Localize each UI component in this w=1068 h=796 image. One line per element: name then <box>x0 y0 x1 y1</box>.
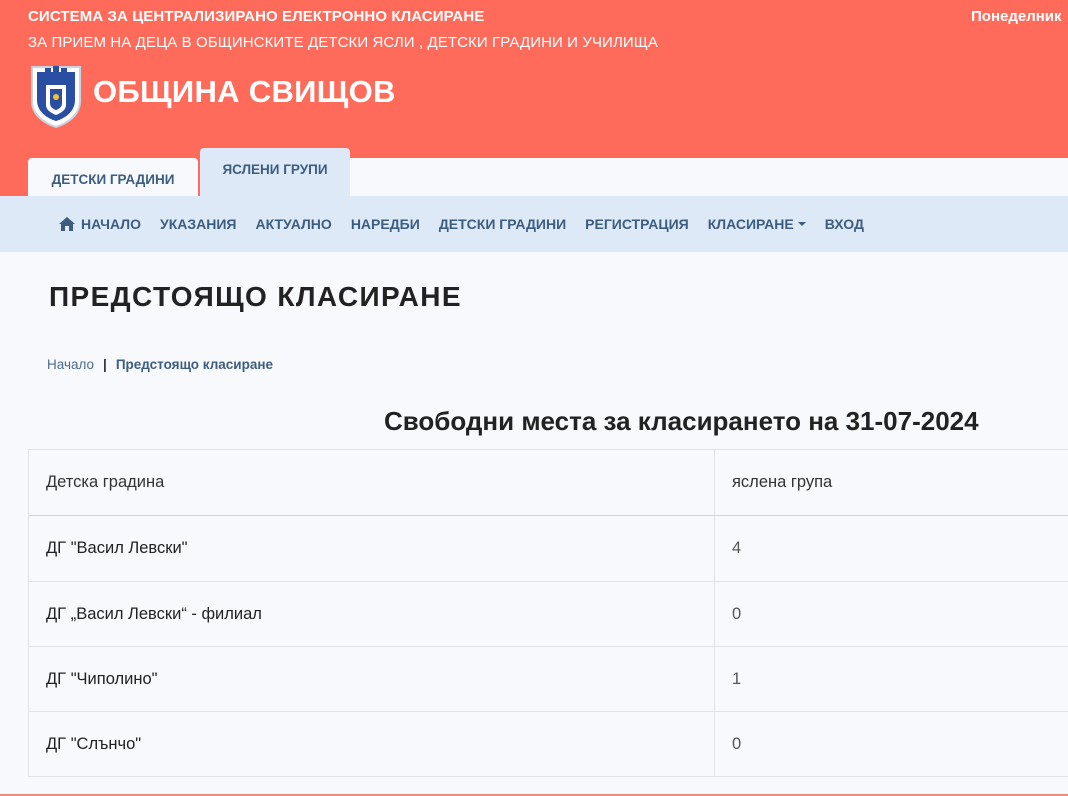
kindergarten-name: ДГ "Слънчо" <box>29 712 715 776</box>
coat-of-arms-icon[interactable] <box>28 63 84 129</box>
nav-item-registration[interactable]: РЕГИСТРАЦИЯ <box>585 216 689 232</box>
kindergarten-name: ДГ "Васил Левски" <box>29 516 715 581</box>
nav-item-login[interactable]: ВХОД <box>825 216 864 232</box>
current-date: Понеделник <box>971 8 1062 25</box>
table-header-row: Детска градина яслена група <box>29 450 1068 516</box>
column-header-nursery-group: яслена група <box>732 473 833 491</box>
nav-item-label: КЛАСИРАНЕ <box>707 216 794 232</box>
kindergarten-name: ДГ "Чиполино" <box>29 647 715 711</box>
breadcrumb-separator: | <box>103 357 107 372</box>
breadcrumb: Начало | Предстоящо класиране <box>47 357 273 372</box>
tab-nursery-groups[interactable]: ЯСЛЕНИ ГРУПИ <box>200 148 350 196</box>
page-title: ПРЕДСТОЯЩО КЛАСИРАНЕ <box>49 281 462 312</box>
breadcrumb-current: Предстоящо класиране <box>115 357 274 372</box>
nav-item-label: НАЧАЛО <box>81 216 141 232</box>
municipality-name: ОБЩИНА СВИЩОВ <box>93 74 396 109</box>
tab-kindergartens[interactable]: ДЕТСКИ ГРАДИНИ <box>28 158 198 196</box>
nav-item-ranking[interactable]: КЛАСИРАНЕ <box>708 216 806 232</box>
nav-item-instructions[interactable]: УКАЗАНИЯ <box>160 216 236 232</box>
free-places-count: 0 <box>732 604 742 623</box>
section-title: Свободни места за класирането на 31-07-2… <box>384 406 979 436</box>
table-row: ДГ „Васил Левски“ - филиал 0 <box>29 581 1068 646</box>
caret-down-icon <box>797 222 806 226</box>
table-row: ДГ "Чиполино" 1 <box>29 646 1068 711</box>
nav-item-home[interactable]: НАЧАЛО <box>59 216 141 232</box>
home-icon <box>59 217 75 231</box>
nav-item-regulations[interactable]: НАРЕДБИ <box>351 216 420 232</box>
free-places-table: Детска градина яслена група ДГ "Васил Ле… <box>28 449 1068 777</box>
free-places-count: 1 <box>732 669 742 688</box>
kindergarten-name: ДГ „Васил Левски“ - филиал <box>29 582 715 646</box>
table-row: ДГ "Слънчо" 0 <box>29 711 1068 776</box>
table-row: ДГ "Васил Левски" 4 <box>29 516 1068 581</box>
system-subtitle: ЗА ПРИЕМ НА ДЕЦА В ОБЩИНСКИТЕ ДЕТСКИ ЯСЛ… <box>28 34 659 51</box>
nav-item-news[interactable]: АКТУАЛНО <box>255 216 331 232</box>
main-nav: НАЧАЛО УКАЗАНИЯ АКТУАЛНО НАРЕДБИ ДЕТСКИ … <box>0 196 1068 252</box>
column-header-kindergarten: Детска градина <box>29 450 715 515</box>
free-places-count: 0 <box>732 734 742 753</box>
breadcrumb-home-link[interactable]: Начало <box>47 357 94 372</box>
tab-strip <box>350 158 1068 196</box>
nav-item-kindergartens[interactable]: ДЕТСКИ ГРАДИНИ <box>439 216 566 232</box>
system-title: СИСТЕМА ЗА ЦЕНТРАЛИЗИРАНО ЕЛЕКТРОННО КЛА… <box>28 8 485 25</box>
free-places-count: 4 <box>732 539 742 557</box>
